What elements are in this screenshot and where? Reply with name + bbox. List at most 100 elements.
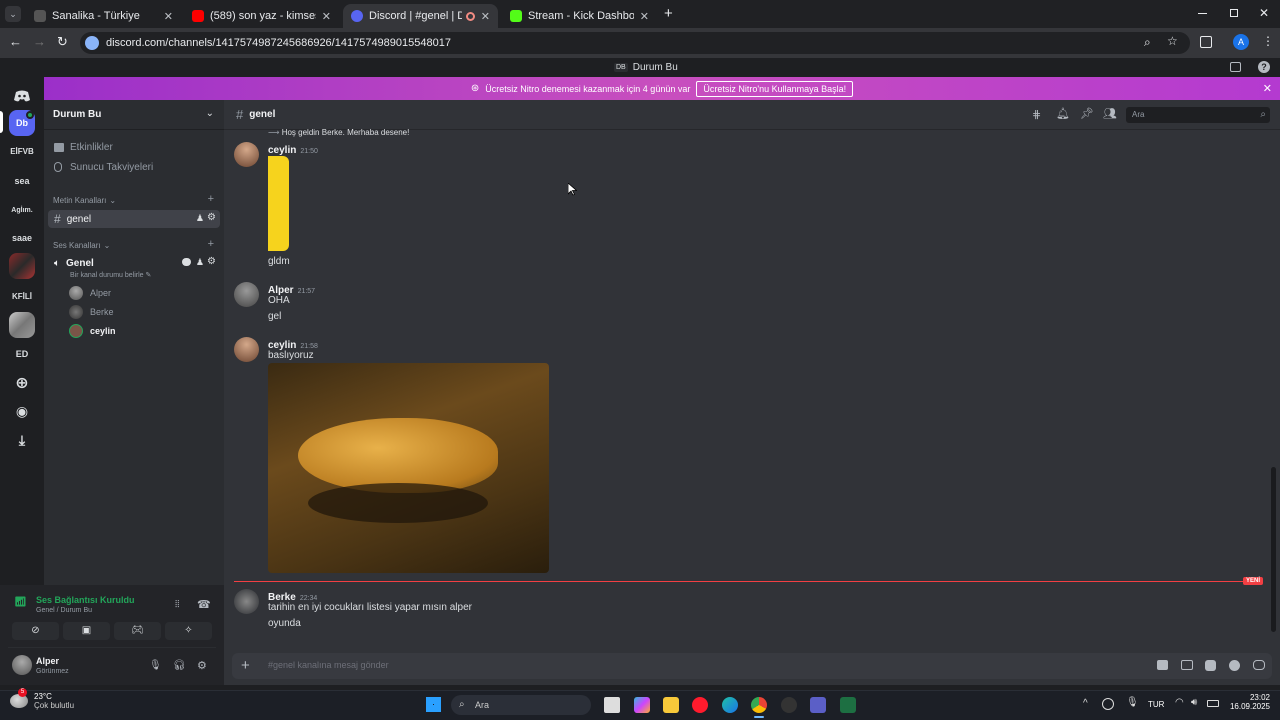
- members-icon[interactable]: 👥︎: [1103, 107, 1117, 120]
- nitro-cta-button[interactable]: Ücretsiz Nitro'nu Kullanmaya Başla!: [696, 80, 854, 97]
- browser-tab-active[interactable]: Discord | #genel | Durum B... ✕: [343, 4, 498, 28]
- tab-search-icon[interactable]: ⌄: [5, 6, 21, 22]
- headphones-icon[interactable]: 🎧︎: [173, 660, 186, 671]
- voice-user[interactable]: Berke: [69, 305, 114, 319]
- tray-app-icon[interactable]: [1102, 698, 1114, 710]
- edge-icon[interactable]: [722, 697, 738, 713]
- server-icon[interactable]: EİFVB: [9, 138, 35, 164]
- tray-chevron-up-icon[interactable]: ^: [1083, 698, 1088, 709]
- extensions-icon[interactable]: [1200, 36, 1212, 48]
- voice-connected-sub[interactable]: Genel / Durum Bu: [36, 607, 92, 614]
- sticker-icon[interactable]: [1205, 660, 1216, 671]
- tab-close-icon[interactable]: ✕: [640, 10, 649, 23]
- minimize-icon[interactable]: [1198, 13, 1207, 14]
- voice-connected-label[interactable]: Ses Bağlantısı Kuruldu: [36, 595, 135, 605]
- invite-icon[interactable]: ♟: [196, 257, 204, 268]
- text-category-header[interactable]: Metin Kanalları ⌄ +: [48, 193, 220, 207]
- download-icon[interactable]: ⤓: [9, 427, 35, 453]
- sticker-image[interactable]: [268, 156, 289, 251]
- chrome-icon[interactable]: [751, 697, 767, 713]
- message-author[interactable]: ceylin: [268, 145, 296, 156]
- chat-bubble-icon[interactable]: [182, 258, 191, 266]
- battery-icon[interactable]: [1207, 700, 1219, 707]
- voice-user-speaking[interactable]: ceylin: [69, 324, 116, 338]
- gif-icon[interactable]: [1181, 660, 1193, 670]
- forward-icon[interactable]: →: [33, 34, 46, 49]
- reply-preview[interactable]: ⟶ Hoş geldin Berke. Merhaba desene!: [268, 128, 409, 137]
- explore-icon[interactable]: ◉: [9, 398, 35, 424]
- gift-icon[interactable]: [1157, 660, 1168, 670]
- discord-home-icon[interactable]: [9, 83, 35, 109]
- task-view-icon[interactable]: [604, 697, 620, 713]
- threads-icon[interactable]: ⋕: [1032, 108, 1041, 121]
- app-icon[interactable]: [781, 697, 797, 713]
- emoji-icon[interactable]: [1229, 660, 1240, 671]
- channel-item-genel[interactable]: # genel ♟ ⚙: [48, 210, 220, 228]
- server-icon[interactable]: KFİLİ: [9, 283, 35, 309]
- bell-icon[interactable]: 🔔︎: [1056, 107, 1070, 120]
- add-channel-icon[interactable]: +: [208, 193, 214, 205]
- banner-close-icon[interactable]: ✕: [1263, 82, 1272, 95]
- tab-close-icon[interactable]: ✕: [322, 10, 331, 23]
- close-window-icon[interactable]: ✕: [1259, 6, 1269, 20]
- help-icon[interactable]: ?: [1258, 61, 1270, 73]
- volume-icon[interactable]: 🔊︎: [1191, 697, 1197, 708]
- avatar[interactable]: [234, 589, 259, 614]
- add-channel-icon[interactable]: +: [208, 238, 214, 250]
- wifi-icon[interactable]: ◠: [1175, 697, 1184, 708]
- voice-channel-genel[interactable]: 🔈︎ Genel ♟ ⚙: [48, 254, 220, 272]
- user-name[interactable]: Alper: [36, 656, 59, 666]
- activity-button[interactable]: 🎮︎: [114, 622, 161, 640]
- attach-plus-icon[interactable]: +: [241, 657, 250, 674]
- weather-widget[interactable]: 5 23°C Çok bulutlu: [10, 688, 74, 710]
- teams-icon[interactable]: [810, 697, 826, 713]
- clock[interactable]: 23:02 16.09.2025: [1228, 693, 1270, 711]
- server-icon[interactable]: Agİım.: [9, 197, 35, 223]
- inbox-icon[interactable]: [1230, 62, 1241, 72]
- browser-menu-icon[interactable]: ⋮: [1262, 34, 1274, 48]
- language-indicator[interactable]: TUR: [1148, 700, 1164, 709]
- excel-icon[interactable]: [840, 697, 856, 713]
- avatar[interactable]: [234, 337, 259, 362]
- avatar[interactable]: [234, 142, 259, 167]
- disconnect-icon[interactable]: ☎︎: [197, 598, 211, 611]
- voice-user[interactable]: Alper: [69, 286, 111, 300]
- microphone-icon[interactable]: 🎙︎: [149, 660, 162, 671]
- avatar[interactable]: [12, 655, 32, 675]
- voice-category-header[interactable]: Ses Kanalları ⌄ +: [48, 238, 220, 252]
- gear-icon[interactable]: ⚙: [207, 256, 216, 267]
- server-icon[interactable]: ED: [9, 341, 35, 367]
- pin-icon[interactable]: 📌︎: [1080, 107, 1094, 120]
- server-image-icon[interactable]: [9, 312, 35, 338]
- taskbar-search[interactable]: ⌕ Ara: [451, 695, 591, 715]
- avatar[interactable]: [234, 282, 259, 307]
- invite-icon[interactable]: ♟: [196, 213, 204, 224]
- new-tab-button[interactable]: +: [664, 5, 673, 22]
- zoom-icon[interactable]: ⌕: [1144, 35, 1151, 50]
- server-icon[interactable]: sea: [9, 168, 35, 194]
- screen-share-button[interactable]: ▣: [63, 622, 110, 640]
- browser-tab[interactable]: Sanalika - Türkiye ✕: [26, 4, 181, 28]
- nav-item-boosts[interactable]: Sunucu Takviyeleri: [48, 158, 220, 176]
- server-image-icon[interactable]: [9, 253, 35, 279]
- activity-icon[interactable]: [1253, 660, 1265, 670]
- attachment-photo-cat[interactable]: [268, 363, 549, 573]
- bookmark-star-icon[interactable]: ☆: [1167, 34, 1178, 48]
- restore-icon[interactable]: [1230, 9, 1238, 17]
- windows-start-icon[interactable]: [426, 697, 441, 712]
- message-composer[interactable]: + #genel kanalına mesaj gönder: [232, 653, 1272, 679]
- copilot-icon[interactable]: [634, 697, 650, 713]
- address-bar[interactable]: discord.com/channels/1417574987245686926…: [80, 32, 1190, 54]
- back-icon[interactable]: ←: [9, 34, 22, 49]
- profile-avatar[interactable]: A: [1233, 34, 1249, 50]
- settings-gear-icon[interactable]: ⚙: [197, 659, 207, 672]
- tray-mic-icon[interactable]: 🎙︎: [1126, 697, 1139, 708]
- soundboard-button[interactable]: ✧: [165, 622, 212, 640]
- noise-suppression-icon[interactable]: ⦙⦙: [175, 599, 179, 610]
- chat-scrollbar[interactable]: [1271, 467, 1276, 632]
- tab-close-icon[interactable]: ✕: [481, 10, 490, 23]
- camera-off-button[interactable]: ⊘: [12, 622, 59, 640]
- reload-icon[interactable]: ↻: [57, 34, 68, 50]
- site-info-icon[interactable]: [85, 36, 99, 50]
- browser-tab[interactable]: (589) son yaz - kimsesiz V2 (sl... ✕: [184, 4, 339, 28]
